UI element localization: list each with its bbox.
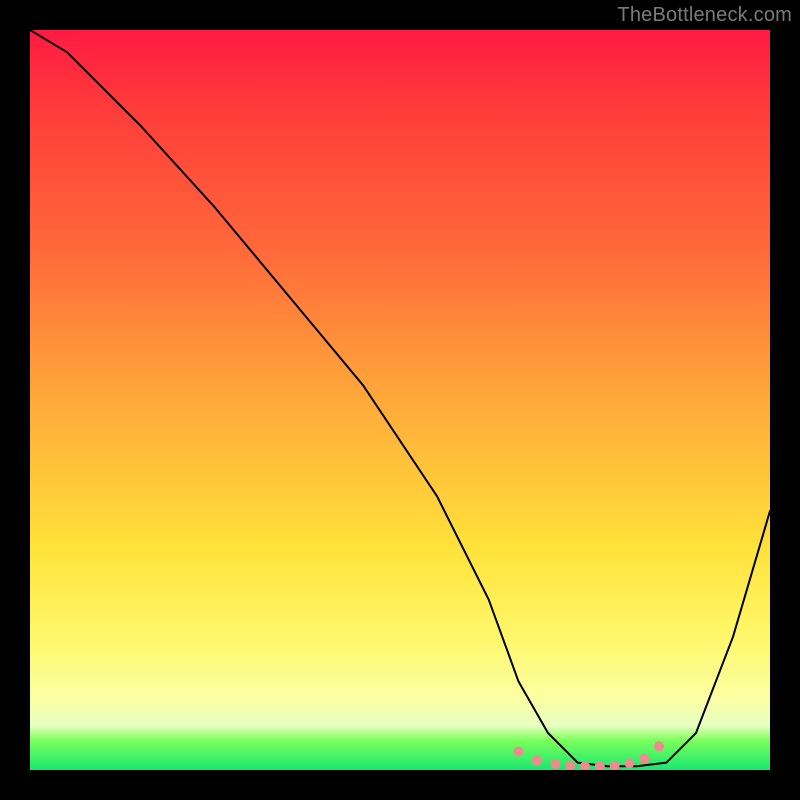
curve-layer bbox=[30, 30, 770, 770]
flat-zone-dot bbox=[624, 758, 634, 768]
flat-zone-dot bbox=[550, 759, 560, 769]
chart-frame: TheBottleneck.com bbox=[0, 0, 800, 800]
watermark-text: TheBottleneck.com bbox=[617, 4, 792, 27]
flat-zone-dot bbox=[532, 755, 542, 765]
plot-area bbox=[30, 30, 770, 770]
flat-zone-dot bbox=[513, 747, 523, 757]
flat-zone-dot bbox=[654, 741, 664, 751]
flat-zone-dot bbox=[595, 761, 605, 770]
flat-zone-dot bbox=[565, 761, 575, 770]
bottleneck-curve bbox=[30, 30, 770, 766]
flat-zone-dot bbox=[639, 754, 649, 764]
flat-zone-dot bbox=[610, 761, 620, 770]
